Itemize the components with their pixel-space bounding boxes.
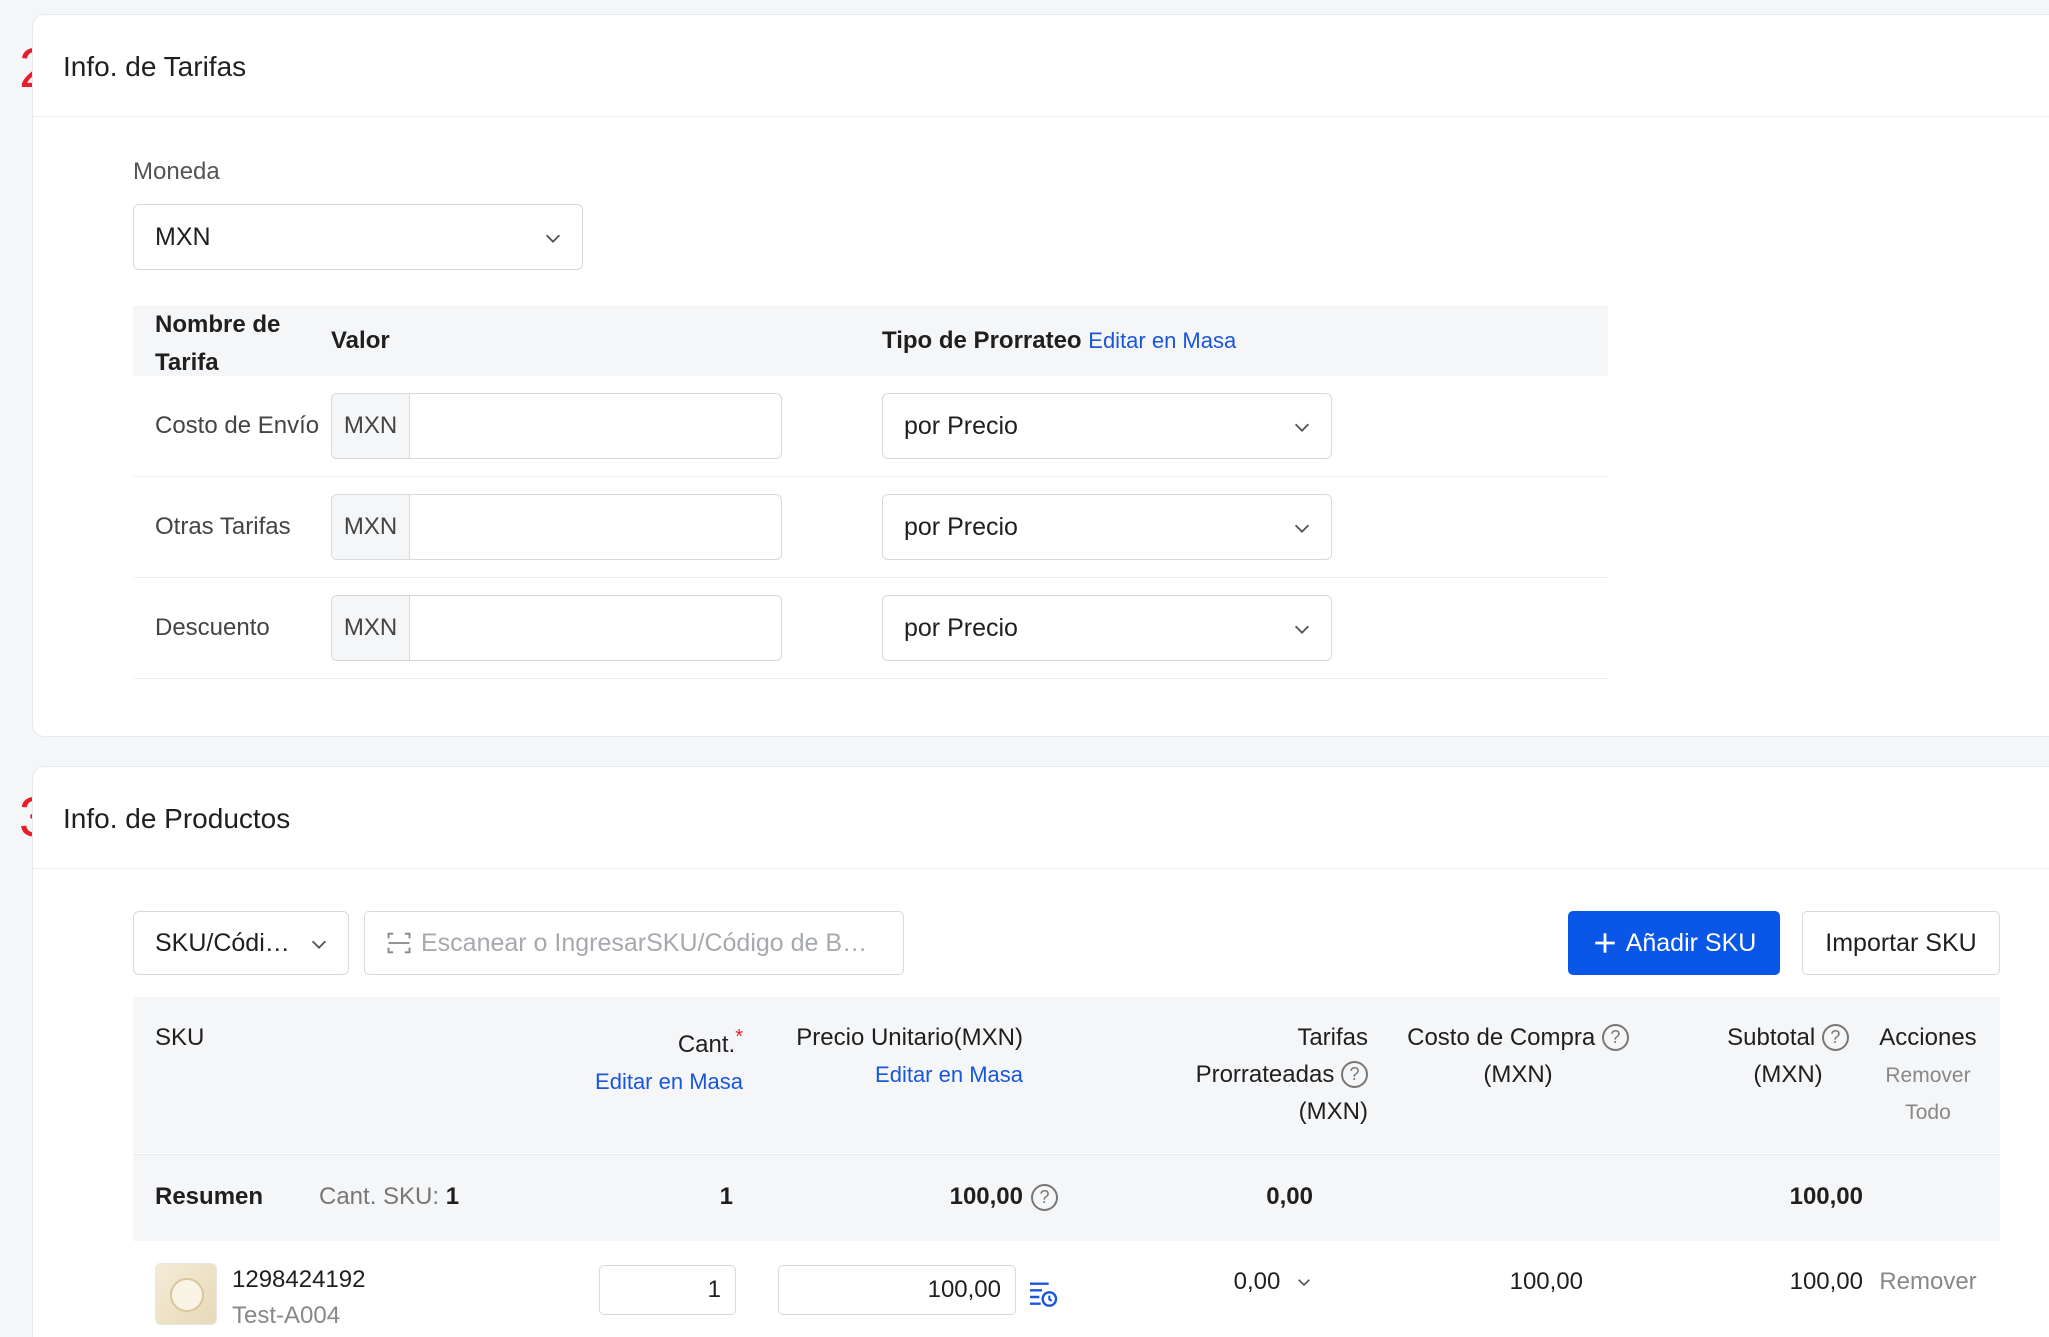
- actions-header: Acciones Remover Todo: [1868, 1019, 1988, 1130]
- summary-sku-count-label: Cant. SKU:: [319, 1183, 440, 1210]
- product-row: 1298424192 Test-A004 1 100,00 0,00 100,0…: [133, 1242, 2000, 1337]
- product-sku: 1298424192: [232, 1266, 366, 1293]
- remove-all-line2: Todo: [1905, 1101, 1951, 1124]
- fee-row-name: Costo de Envío: [155, 412, 320, 439]
- qty-bulk-edit-link[interactable]: Editar en Masa: [595, 1069, 743, 1094]
- chevron-down-icon: [1294, 423, 1310, 432]
- summary-row: Resumen Cant. SKU: 1 1 100,00 ? 0,00 100…: [133, 1154, 2000, 1241]
- chevron-down-icon: [1298, 1279, 1310, 1287]
- qty-input[interactable]: 1: [599, 1265, 736, 1315]
- chevron-down-icon: [311, 940, 327, 949]
- summary-subtotal: 100,00: [1789, 1183, 1863, 1210]
- fee-value-field[interactable]: MXN: [331, 393, 782, 459]
- subtotal-value: 100,00: [1789, 1268, 1863, 1295]
- fee-value-input[interactable]: [410, 596, 781, 660]
- unit-price-header-label: Precio Unitario(MXN): [796, 1024, 1023, 1051]
- help-icon[interactable]: ?: [1821, 1024, 1849, 1051]
- proration-type-value: por Precio: [904, 613, 1018, 642]
- sku-search-placeholder: Escanear o IngresarSKU/Código de B…: [421, 928, 868, 957]
- fee-value-field[interactable]: MXN: [331, 595, 782, 661]
- fee-row: Otras Tarifas MXN por Precio: [133, 477, 1608, 578]
- proration-type-value: por Precio: [904, 512, 1018, 541]
- required-mark: *: [735, 1026, 743, 1048]
- chevron-down-icon: [545, 234, 561, 243]
- proration-type-select[interactable]: por Precio: [882, 393, 1332, 459]
- plus-icon: [1594, 933, 1615, 953]
- summary-unit-price: 100,00: [949, 1183, 1023, 1210]
- summary-sku-count: Cant. SKU: 1: [319, 1183, 459, 1211]
- add-sku-label: Añadir SKU: [1625, 928, 1757, 957]
- unit-price-bulk-edit-link[interactable]: Editar en Masa: [875, 1062, 1023, 1087]
- prorated-fees-header: Tarifas Prorrateadas ? (MXN): [1123, 1019, 1368, 1130]
- remove-all-link[interactable]: Remover Todo: [1885, 1064, 1970, 1124]
- sku-search-input[interactable]: Escanear o IngresarSKU/Código de B…: [364, 911, 904, 975]
- products-table-header: SKU Cant.* Editar en Masa Precio Unitari…: [133, 997, 2000, 1153]
- summary-prorated: 0,00: [1266, 1183, 1313, 1210]
- fee-row-name: Otras Tarifas: [155, 513, 291, 540]
- fee-name-header: Nombre de Tarifa: [155, 311, 281, 376]
- subtotal-header: Subtotal ? (MXN): [1713, 1019, 1863, 1093]
- summary-qty: 1: [719, 1183, 733, 1210]
- chevron-down-icon: [1294, 524, 1310, 533]
- products-info-header: Info. de Productos: [33, 767, 2049, 869]
- fee-value-input[interactable]: [410, 495, 781, 559]
- products-info-title: Info. de Productos: [63, 803, 291, 834]
- fee-value-header: Valor: [331, 327, 390, 354]
- import-sku-button[interactable]: Importar SKU: [1802, 911, 2000, 975]
- fees-table-header: Nombre de Tarifa Valor Tipo de Prorrateo…: [133, 306, 1608, 376]
- scan-icon: [387, 932, 411, 954]
- proration-type-select[interactable]: por Precio: [882, 494, 1332, 560]
- product-code: Test-A004: [232, 1302, 341, 1329]
- purchase-cost-line1: Costo de Compra: [1407, 1024, 1596, 1051]
- purchase-cost-value: 100,00: [1509, 1268, 1583, 1295]
- prorated-header-line1: Tarifas: [1297, 1024, 1368, 1051]
- summary-sku-count-value: 1: [445, 1183, 460, 1210]
- fees-info-header: Info. de Tarifas: [33, 15, 2049, 117]
- purchase-cost-header: Costo de Compra ? (MXN): [1388, 1019, 1648, 1093]
- help-icon[interactable]: ?: [1341, 1061, 1368, 1088]
- price-history-icon[interactable]: [1026, 1277, 1058, 1309]
- prorated-header-line2: Prorrateadas: [1195, 1061, 1335, 1088]
- currency-addon: MXN: [332, 495, 410, 559]
- actions-header-label: Acciones: [1879, 1024, 1977, 1051]
- fee-row: Descuento MXN por Precio: [133, 578, 1608, 679]
- qty-header: Cant.* Editar en Masa: [553, 1019, 743, 1100]
- prorated-value[interactable]: 0,00: [1193, 1268, 1313, 1296]
- proration-bulk-edit-link[interactable]: Editar en Masa: [1088, 328, 1236, 353]
- help-icon[interactable]: ?: [1031, 1184, 1058, 1211]
- chevron-down-icon: [1294, 625, 1310, 634]
- prorated-header-line3: (MXN): [1298, 1098, 1368, 1125]
- fee-value-input[interactable]: [410, 394, 781, 458]
- currency-label: Moneda: [133, 158, 220, 185]
- proration-type-select[interactable]: por Precio: [882, 595, 1332, 661]
- sku-header: SKU: [155, 1024, 205, 1051]
- qty-header-label: Cant.: [677, 1031, 736, 1058]
- proration-type-value: por Precio: [904, 411, 1018, 440]
- currency-select[interactable]: MXN: [133, 204, 583, 270]
- search-type-value: SKU/Códi…: [155, 928, 290, 957]
- subtotal-line2: (MXN): [1753, 1061, 1823, 1088]
- unit-price-input[interactable]: 100,00: [778, 1265, 1016, 1315]
- currency-select-value: MXN: [155, 222, 211, 251]
- purchase-cost-line2: (MXN): [1483, 1061, 1553, 1088]
- search-type-select[interactable]: SKU/Códi…: [133, 911, 349, 975]
- currency-addon: MXN: [332, 394, 410, 458]
- fee-row: Costo de Envío MXN por Precio: [133, 376, 1608, 477]
- fee-row-name: Descuento: [155, 614, 270, 641]
- fee-value-field[interactable]: MXN: [331, 494, 782, 560]
- remove-button[interactable]: Remover: [1868, 1268, 1988, 1296]
- help-icon[interactable]: ?: [1601, 1024, 1629, 1051]
- product-thumbnail: [155, 1263, 217, 1325]
- summary-label: Resumen: [155, 1183, 264, 1210]
- proration-type-header: Tipo de Prorrateo: [882, 327, 1082, 354]
- fees-info-title: Info. de Tarifas: [63, 51, 247, 82]
- currency-addon: MXN: [332, 596, 410, 660]
- prorated-value-text: 0,00: [1233, 1268, 1281, 1295]
- add-sku-button[interactable]: Añadir SKU: [1568, 911, 1780, 975]
- unit-price-header: Precio Unitario(MXN) Editar en Masa: [773, 1019, 1023, 1093]
- remove-all-line1: Remover: [1885, 1064, 1971, 1087]
- subtotal-line1: Subtotal: [1727, 1024, 1816, 1051]
